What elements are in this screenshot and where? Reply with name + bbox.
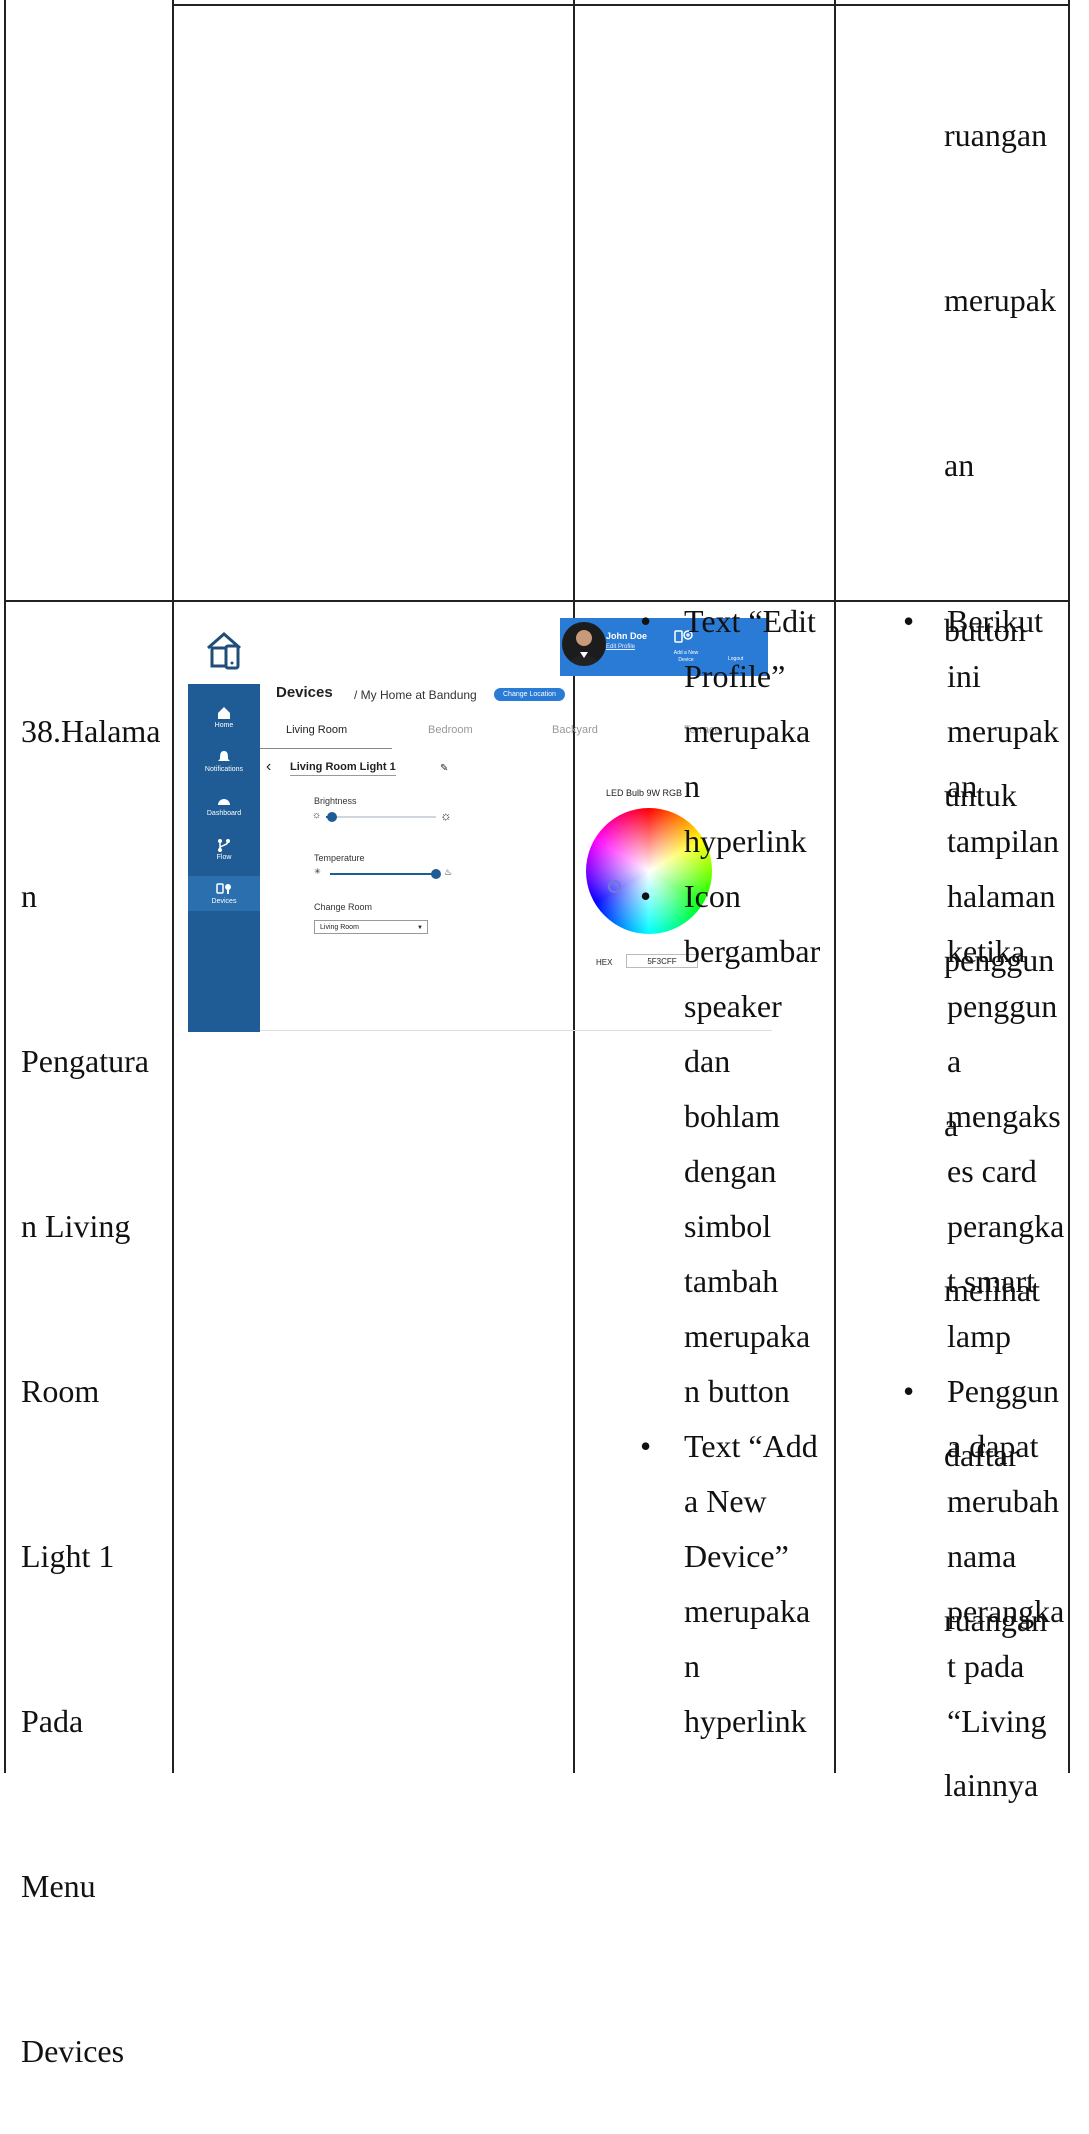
brightness-bright-icon: ☼: [440, 808, 452, 823]
sidebar-item-home[interactable]: Home: [188, 706, 260, 729]
page-title-cell: 38.Halama n Pengatura n Living Room Ligh…: [21, 713, 161, 2069]
temperature-label: Temperature: [314, 853, 365, 863]
list-item: Icon bergambar speaker dan bohlam dengan…: [640, 869, 820, 1419]
flow-icon: [218, 839, 230, 852]
list-item: Berikut ini merupak an tampilan halaman …: [903, 594, 1064, 1364]
tab-bedroom[interactable]: Bedroom: [428, 724, 473, 736]
temperature-fill: [330, 873, 436, 875]
tab-backyard[interactable]: Backyard: [552, 724, 598, 736]
sidebar-item-flow[interactable]: Flow: [188, 838, 260, 861]
table-border-left: [4, 0, 6, 1773]
brightness-track[interactable]: [326, 816, 436, 818]
color-picker-handle[interactable]: [608, 880, 621, 893]
description-list: Berikut ini merupak an tampilan halaman …: [903, 594, 1064, 1749]
active-tab-indicator: [260, 748, 392, 749]
avatar: [562, 622, 606, 666]
bell-icon: [218, 751, 230, 761]
edit-profile-link[interactable]: Edit Profile: [606, 644, 635, 650]
temperature-cold-icon: ✳: [314, 867, 321, 876]
brightness-label: Brightness: [314, 796, 357, 806]
breadcrumb: / My Home at Bandung: [354, 688, 477, 702]
home-icon: [218, 707, 230, 719]
change-room-value: Living Room: [320, 924, 359, 931]
brightness-slider-handle[interactable]: [327, 812, 337, 822]
list-item: Text “Edit Profile” merupaka n hyperlink: [640, 594, 820, 869]
brightness-dim-icon: ☼: [312, 810, 322, 821]
sidebar-item-dashboard[interactable]: Dashboard: [188, 794, 260, 817]
list-item: Text “Add a New Device” merupaka n hyper…: [640, 1419, 820, 1749]
sidebar-item-devices[interactable]: Devices: [188, 876, 260, 911]
sidebar-item-notifications[interactable]: Notifications: [188, 750, 260, 773]
table-border-top: [172, 4, 1070, 6]
temperature-slider-handle[interactable]: [431, 869, 441, 879]
list-item: Penggun a dapat merubah nama perangka t …: [903, 1364, 1064, 1749]
table-border-col1: [172, 0, 174, 1773]
led-bulb-label: LED Bulb 9W RGB: [606, 788, 683, 798]
chevron-down-icon: ▼: [417, 925, 423, 931]
component-list: Text “Edit Profile” merupaka n hyperlink…: [640, 594, 820, 1749]
change-location-button[interactable]: Change Location: [494, 688, 565, 701]
table-border-right: [1068, 0, 1070, 1773]
smart-home-logo-icon: [207, 632, 241, 670]
dashboard-icon: [218, 799, 230, 805]
hex-label: HEX: [596, 958, 613, 967]
change-room-label: Change Room: [314, 902, 373, 912]
devices-icon: [216, 883, 231, 894]
page-title: Devices: [276, 684, 333, 701]
edit-pencil-icon[interactable]: ✎: [440, 763, 448, 774]
change-room-select[interactable]: Living Room ▼: [314, 920, 428, 934]
table-border-col3: [834, 0, 836, 1773]
device-name-field[interactable]: Living Room Light 1: [290, 761, 396, 776]
tab-living-room[interactable]: Living Room: [286, 724, 347, 736]
sidebar: Home Notifications Dashboard Flow Device…: [188, 684, 260, 1032]
back-arrow-icon[interactable]: ‹: [266, 758, 271, 776]
temperature-warm-icon: ♨: [444, 867, 453, 877]
